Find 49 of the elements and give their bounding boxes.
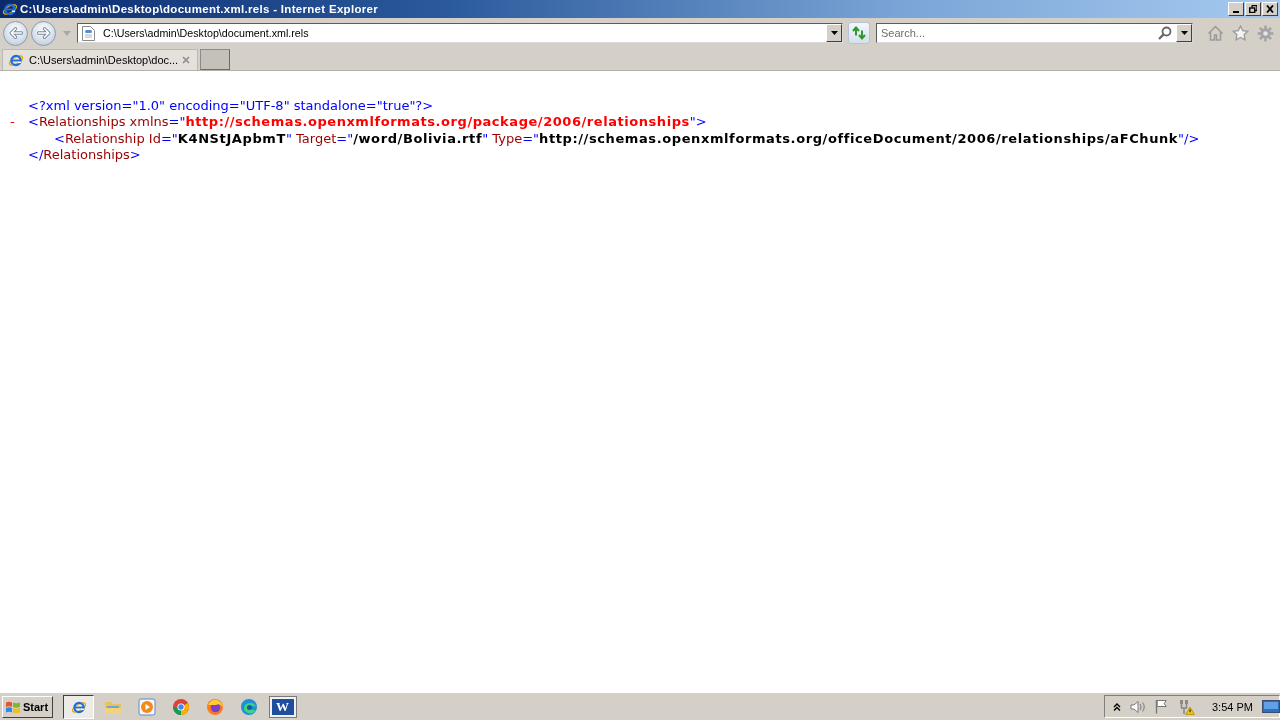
swap-arrows-icon bbox=[851, 26, 867, 40]
settings-icon[interactable] bbox=[1257, 24, 1274, 42]
flag-icon[interactable] bbox=[1155, 699, 1169, 714]
collapse-toggle[interactable]: - bbox=[10, 114, 15, 130]
windows-logo-icon bbox=[5, 699, 21, 714]
dropdown-button[interactable] bbox=[826, 24, 842, 42]
new-tab-button[interactable] bbox=[200, 49, 230, 70]
show-desktop-icon[interactable] bbox=[1261, 699, 1280, 714]
clock: 3:54 PM bbox=[1212, 700, 1253, 713]
browser-tab[interactable]: C:\Users\admin\Desktop\doc... bbox=[2, 49, 198, 70]
search-bar[interactable]: Search... bbox=[876, 23, 1193, 43]
segmented-circle-icon bbox=[171, 697, 190, 716]
xml-line: <Relationships xmlns="http://schemas.openxmlformats.org/package/2006/relationships"> bbox=[28, 114, 707, 131]
taskbar-button[interactable]: W bbox=[267, 694, 298, 719]
arrow-right-icon bbox=[36, 27, 51, 39]
minimize-button[interactable] bbox=[1228, 2, 1244, 16]
forward-button[interactable] bbox=[31, 20, 56, 46]
search-field[interactable]: Search... bbox=[877, 24, 1158, 42]
address-field[interactable]: C:\Users\admin\Desktop\document.xml.rels bbox=[103, 24, 826, 42]
refresh-button[interactable] bbox=[848, 22, 870, 44]
close-button[interactable] bbox=[1262, 2, 1278, 16]
play-icon bbox=[137, 697, 156, 716]
dropdown-button[interactable] bbox=[1176, 24, 1192, 42]
search-icon[interactable] bbox=[1158, 26, 1172, 40]
caret-down-icon bbox=[1180, 31, 1188, 35]
start-button[interactable]: Start bbox=[2, 695, 53, 718]
xml-line: <?xml version="1.0" encoding="UTF-8" standalone="true"?> bbox=[28, 98, 434, 115]
orb-icon bbox=[205, 697, 224, 716]
star-icon[interactable] bbox=[1232, 25, 1249, 41]
restore-button[interactable] bbox=[1245, 2, 1261, 16]
browser-logo-icon bbox=[8, 52, 24, 68]
speaker-icon[interactable] bbox=[1130, 699, 1146, 714]
address-bar[interactable]: C:\Users\admin\Desktop\document.xml.rels bbox=[77, 23, 843, 43]
restore-icon bbox=[1249, 5, 1257, 13]
back-button[interactable] bbox=[3, 20, 28, 46]
page-icon bbox=[82, 25, 95, 41]
taskbar-button[interactable] bbox=[63, 694, 94, 719]
swirl-icon bbox=[239, 697, 258, 716]
close-icon bbox=[1266, 5, 1274, 13]
xml-line: </Relationships> bbox=[28, 147, 141, 164]
browser-logo-icon bbox=[2, 1, 18, 17]
caret-down-icon bbox=[830, 31, 838, 35]
chevron-up-icon[interactable] bbox=[1113, 702, 1121, 711]
close-icon[interactable] bbox=[182, 56, 190, 64]
window-title: C:\Users\admin\Desktop\document.xml.rels - Internet Explorer bbox=[20, 3, 379, 15]
arrow-left-icon bbox=[8, 27, 23, 39]
home-icon[interactable] bbox=[1207, 25, 1224, 41]
xml-line: <Relationship Id="K4NStJApbmT" Target="/word/Bolivia.rtf" Type="http://schemas.openxmlformats.org/officeDocument/2006/relationships/aFChunk"/> bbox=[54, 130, 1200, 148]
network-warning-icon[interactable] bbox=[1178, 698, 1195, 715]
